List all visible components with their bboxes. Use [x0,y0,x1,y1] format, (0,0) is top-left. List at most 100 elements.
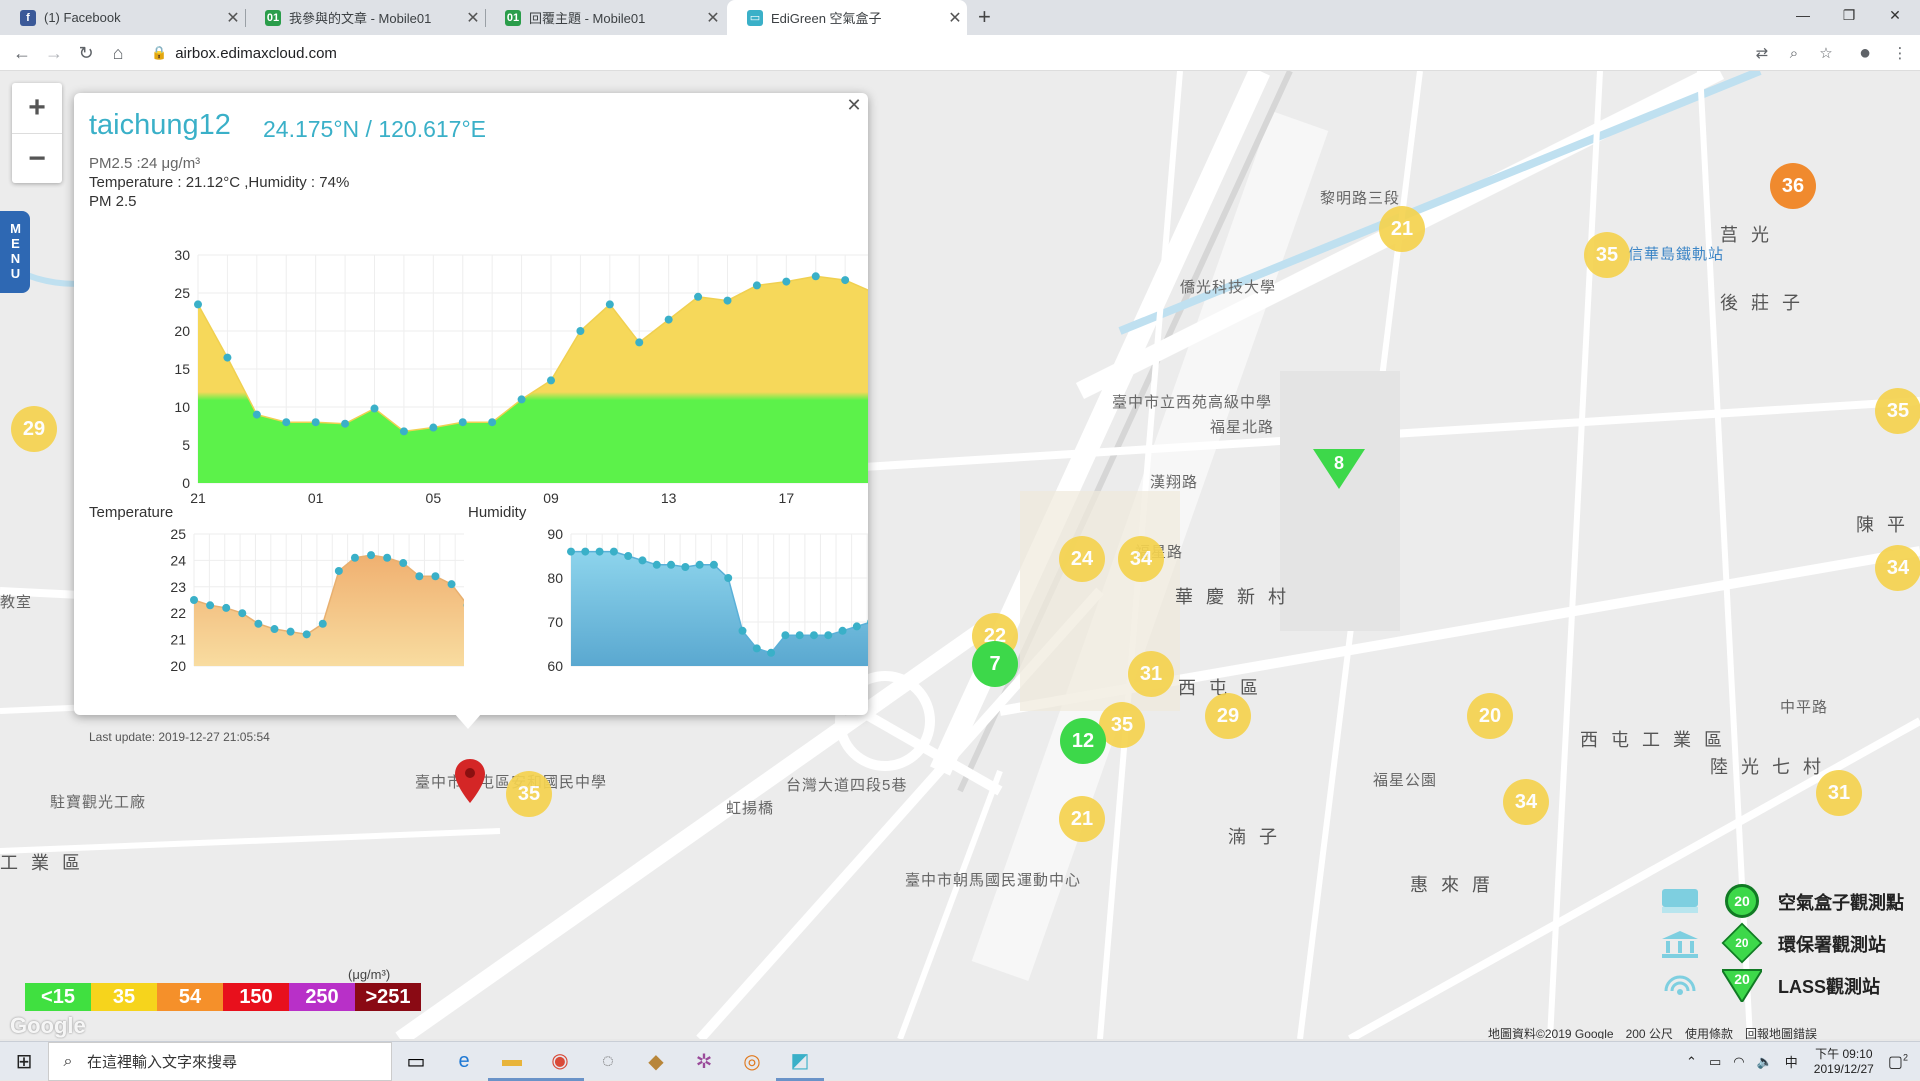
tab-mobile01-reply[interactable]: 01 回覆主題 - Mobile01 ✕ [485,0,725,35]
app-icon-owl[interactable]: ◆ [632,1042,680,1081]
airbox-marker[interactable]: 24 [1059,536,1105,582]
menu-button[interactable]: MENU [0,211,30,293]
legend-badge: 20 [1722,968,1762,1002]
airbox-marker[interactable]: 35 [1584,232,1630,278]
legend-lass: 20 LASS觀測站 [1655,965,1920,1007]
home-icon[interactable]: ⌂ [104,39,132,67]
airbox-marker[interactable]: 12 [1060,718,1106,764]
map-label: 陸 光 七 村 [1710,753,1825,779]
terms-link[interactable]: 使用條款 [1685,1025,1733,1039]
data-point [696,561,704,569]
legend-badge-value: 20 [1735,936,1748,950]
translate-icon[interactable]: ⇄ [1750,41,1774,65]
airbox-marker[interactable]: 34 [1503,779,1549,825]
airbox-marker[interactable]: 35 [506,771,552,817]
minimize-button[interactable]: — [1780,0,1826,30]
selected-station-pin-icon[interactable] [455,759,485,803]
map-label: 教室 [0,591,32,612]
map-label: 福星公園 [1373,769,1437,790]
airbox-marker[interactable]: 34 [1875,545,1920,591]
file-explorer-icon[interactable]: ▬ [488,1042,536,1081]
ime-indicator[interactable]: 中 [1785,1052,1798,1071]
legend-badge: 20 [1722,923,1763,964]
volume-icon[interactable]: 🔈 [1757,1054,1773,1070]
wifi-signal-icon [1660,971,1700,1001]
taskbar-clock[interactable]: 下午 09:10 2019/12/27 [1814,1047,1874,1077]
address-bar[interactable]: 🔒 airbox.edimaxcloud.com [143,38,1743,68]
close-tab-icon[interactable]: ✕ [221,8,245,28]
legend-label: 環保署觀測站 [1778,931,1886,957]
battery-icon[interactable]: ▭ [1709,1054,1721,1070]
airbox-marker[interactable]: 21 [1379,206,1425,252]
airbox-marker[interactable]: 29 [1205,693,1251,739]
data-point [753,644,761,652]
zoom-icon[interactable]: ⌕ [1782,41,1806,65]
y-tick-label: 60 [547,658,563,674]
data-point [567,548,575,556]
tray-chevron-icon[interactable]: ⌃ [1686,1054,1697,1070]
lass-station-marker[interactable]: 8 [1313,449,1365,491]
airbox-marker[interactable]: 31 [1816,770,1862,816]
airbox-marker[interactable]: 31 [1128,651,1174,697]
lass-marker-value: 8 [1313,453,1365,474]
wifi-icon[interactable]: ◠ [1733,1054,1744,1070]
chrome-icon[interactable]: ◉ [536,1042,584,1081]
airbox-marker[interactable]: 35 [1875,388,1920,434]
notification-icon[interactable]: ▢2 [1888,1052,1908,1072]
tab-title: 回覆主題 - Mobile01 [529,8,701,27]
legend-item: 54 [157,983,223,1011]
forward-arrow-icon[interactable]: → [40,39,68,67]
map-data-credit: 地圖資料©2019 Google [1488,1025,1614,1039]
data-point [853,622,861,630]
tab-mobile01-articles[interactable]: 01 我參與的文章 - Mobile01 ✕ [245,0,485,35]
zoom-in-button[interactable]: + [12,83,62,133]
windows-taskbar: ⊞ ⌕ 在這裡輸入文字來搜尋 ▭ e ▬ ◉ ◌ ◆ ✲ ◎ ◩ ⌃ ▭ ◠ 🔈… [0,1041,1920,1080]
map-label: 後 莊 子 [1720,289,1804,315]
close-tab-icon[interactable]: ✕ [461,8,485,28]
tab-title: EdiGreen 空氣盒子 [771,8,943,27]
profile-icon[interactable]: ● [1853,41,1877,65]
task-view-icon[interactable]: ▭ [392,1042,440,1081]
tab-edigreen[interactable]: ▭ EdiGreen 空氣盒子 ✕ [727,0,967,35]
more-menu-icon[interactable]: ⋮ [1888,41,1912,65]
tab-facebook[interactable]: f (1) Facebook ✕ [0,0,245,35]
maximize-button[interactable]: ❐ [1826,0,1872,30]
report-error-link[interactable]: 回報地圖錯誤 [1745,1025,1817,1039]
bookmark-star-icon[interactable]: ☆ [1814,41,1838,65]
search-icon: ⌕ [49,1053,87,1071]
close-tab-icon[interactable]: ✕ [701,8,725,28]
data-point [667,561,675,569]
data-point [839,627,847,635]
data-point [810,631,818,639]
map-label: 漢翔路 [1150,471,1198,492]
windows-start-icon[interactable]: ⊞ [0,1042,48,1081]
map-canvas[interactable]: 黎明路三段 僑光科技大學 臺中市立西苑高級中學 福星北路 漢翔路 福星路 華 慶… [0,71,1920,1039]
data-point [624,552,632,560]
data-point [610,548,618,556]
airbox-marker[interactable]: 36 [1770,163,1816,209]
close-window-button[interactable]: ✕ [1872,0,1918,30]
zoom-out-button[interactable]: − [12,133,62,183]
app-icon-drone[interactable]: ✲ [680,1042,728,1081]
close-tab-icon[interactable]: ✕ [943,8,967,28]
airbox-marker[interactable]: 20 [1467,693,1513,739]
popup-tail [454,713,482,729]
taskbar-search-box[interactable]: ⌕ 在這裡輸入文字來搜尋 [48,1042,392,1081]
new-tab-button[interactable]: + [978,4,991,30]
airbox-marker[interactable]: 34 [1118,536,1164,582]
menu-label: MENU [7,221,23,281]
airbox-marker[interactable]: 21 [1059,796,1105,842]
y-tick-label: 90 [547,526,563,542]
legend-item: 250 [289,983,355,1011]
data-point [681,563,689,571]
reload-icon[interactable]: ↻ [72,39,100,67]
airbox-marker[interactable]: 7 [972,641,1018,687]
app-icon-compass[interactable]: ◌ [584,1042,632,1081]
airbox-marker[interactable]: 29 [11,406,57,452]
data-point [653,561,661,569]
map-scale: 200 公尺 [1626,1025,1673,1039]
edge-icon[interactable]: e [440,1042,488,1081]
app-icon-active-window[interactable]: ◩ [776,1042,824,1081]
back-arrow-icon[interactable]: ← [8,39,36,67]
blender-icon[interactable]: ◎ [728,1042,776,1081]
